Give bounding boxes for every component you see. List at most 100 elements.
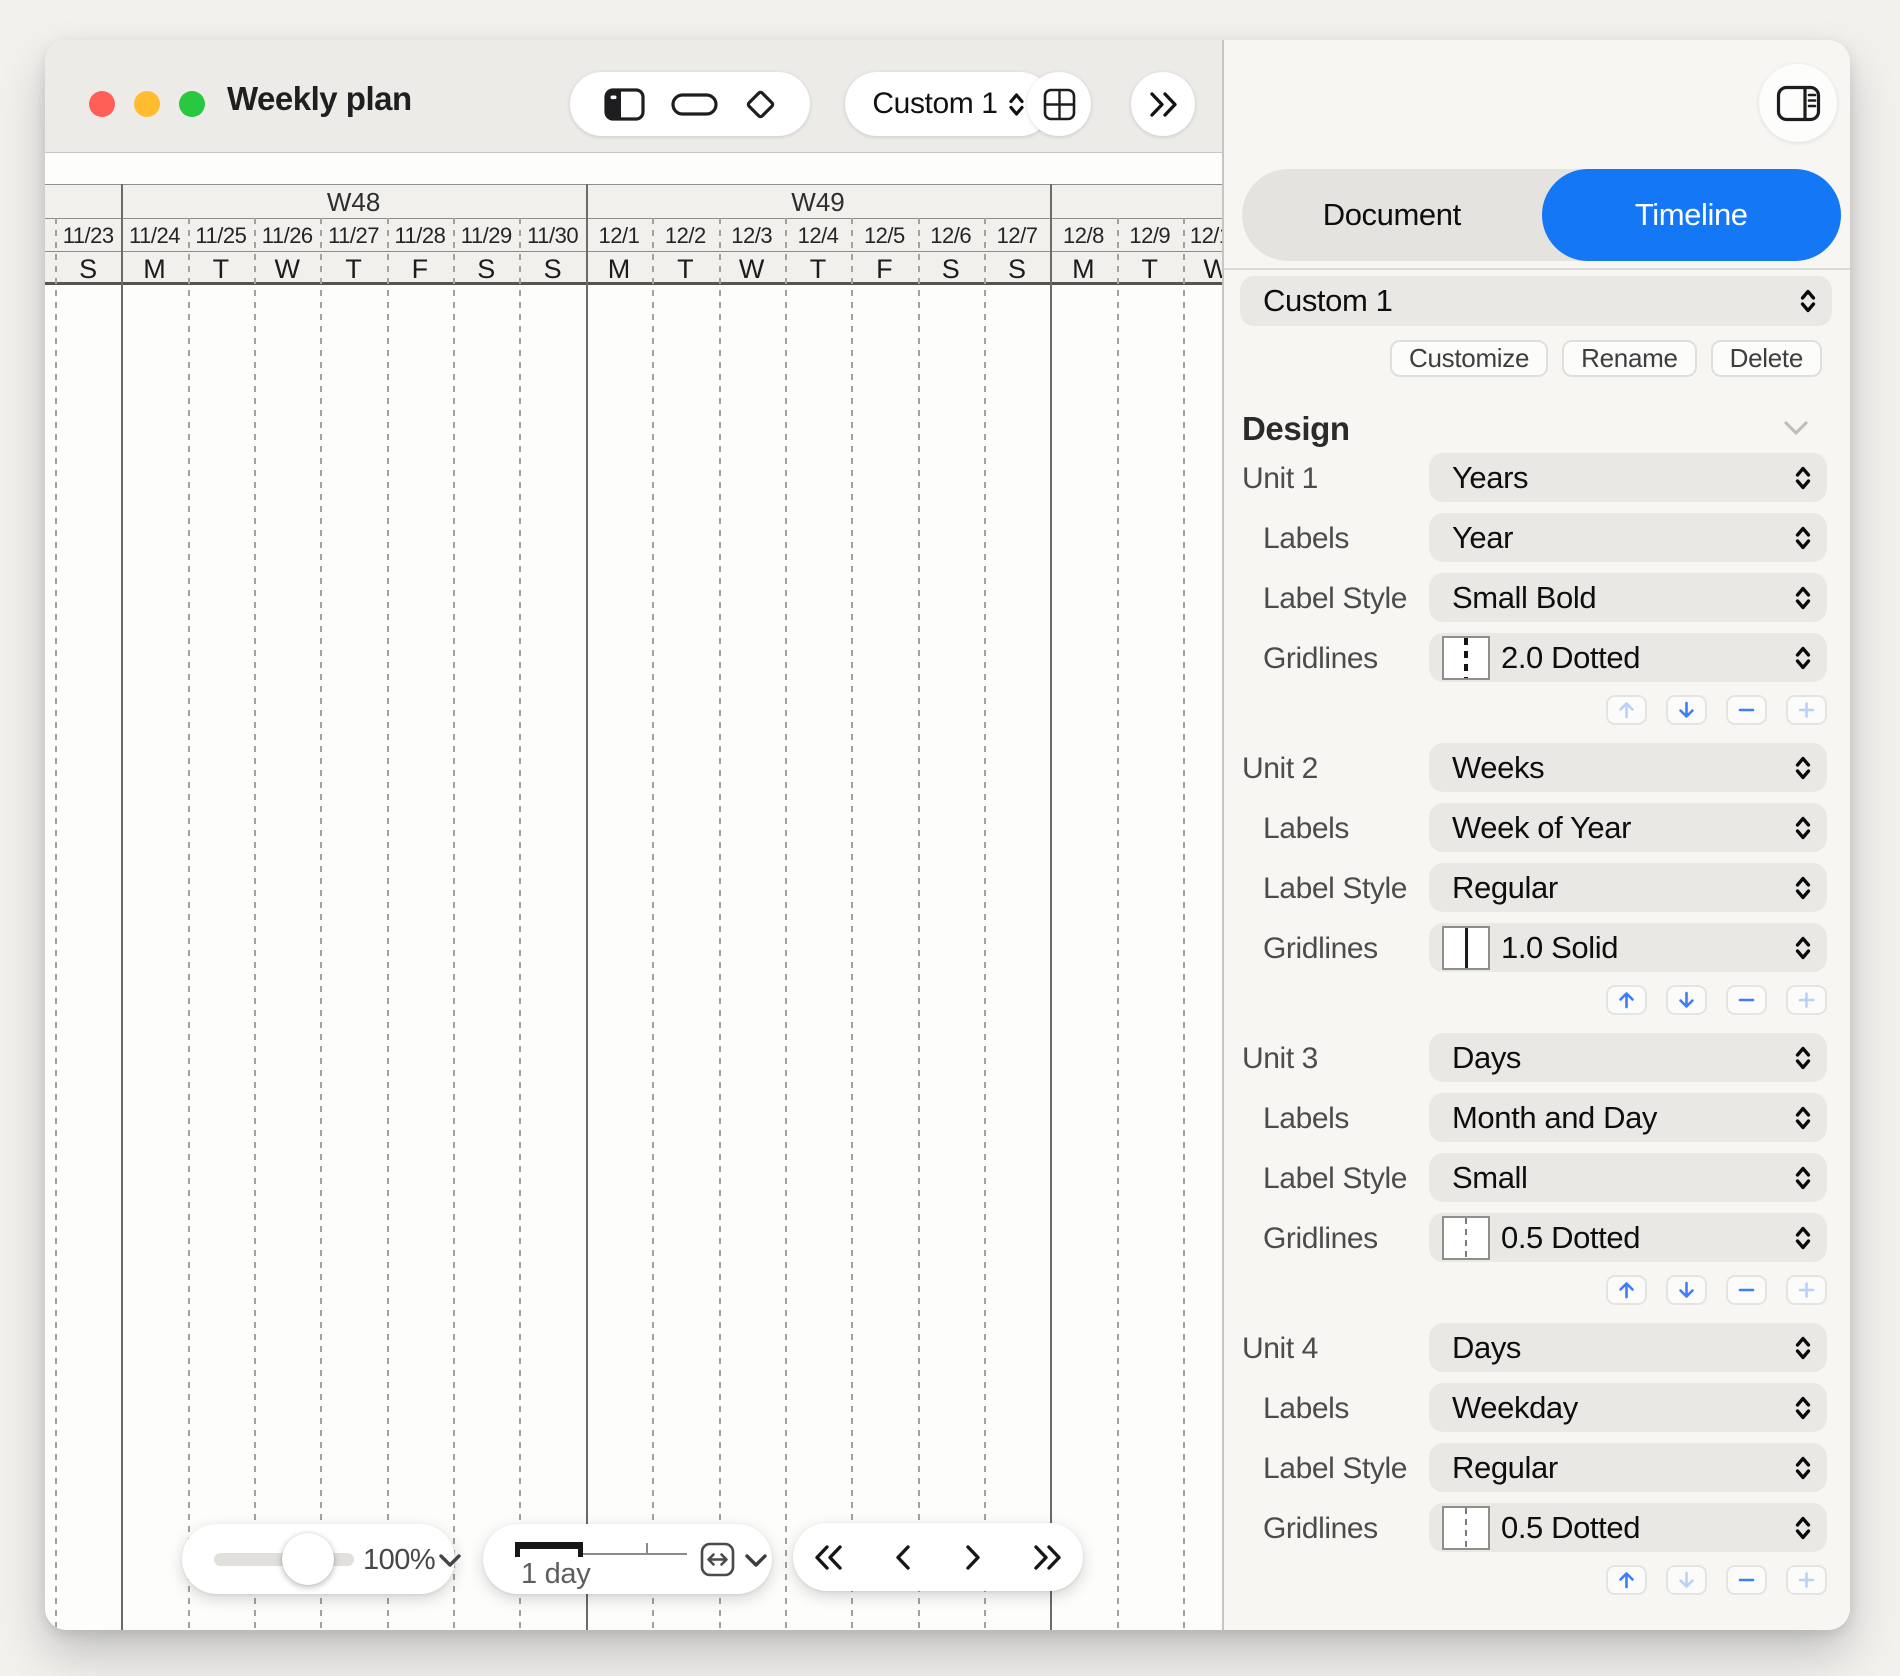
scale-control: 1 day (483, 1524, 772, 1594)
column-date: 12/9 (1117, 218, 1183, 251)
zoom-slider-thumb[interactable] (282, 1533, 334, 1585)
unit-labels-select[interactable]: Year (1429, 513, 1827, 562)
chevron-updown-icon (1794, 813, 1812, 843)
rewind-icon[interactable] (813, 1543, 844, 1572)
arrow-down-icon[interactable] (1666, 985, 1707, 1015)
grid-line[interactable] (453, 218, 455, 1630)
grid-line[interactable] (785, 218, 787, 1630)
chevron-updown-icon (1794, 1043, 1812, 1073)
zoom-icon[interactable] (179, 91, 205, 117)
chevron-down-icon[interactable] (744, 1553, 768, 1573)
arrow-down-icon[interactable] (1666, 1275, 1707, 1305)
unit-block: Unit 4DaysLabelsWeekdayLabel StyleRegula… (1242, 1323, 1829, 1595)
grid-line[interactable] (918, 218, 920, 1630)
rename-button[interactable]: Rename (1562, 340, 1696, 377)
traffic-lights (89, 91, 205, 117)
unit-gridlines-select[interactable]: 2.0 Dotted (1429, 633, 1827, 682)
minus-icon[interactable] (1726, 985, 1767, 1015)
minus-icon[interactable] (1726, 1275, 1767, 1305)
unit-row: Label StyleRegular (1242, 863, 1829, 912)
minus-icon[interactable] (1726, 1565, 1767, 1595)
unit-label-style-select[interactable]: Regular (1429, 863, 1827, 912)
column-day: T (1117, 251, 1183, 285)
grid-line[interactable] (254, 218, 256, 1630)
arrow-down-icon[interactable] (1666, 1565, 1707, 1595)
divider (1224, 268, 1850, 270)
chevron-down-icon[interactable] (438, 1553, 462, 1573)
unit-label-style-select[interactable]: Small (1429, 1153, 1827, 1202)
select-value: 1.0 Solid (1501, 930, 1618, 966)
row-label: Label Style (1263, 1153, 1407, 1202)
grid-line[interactable] (719, 218, 721, 1630)
unit-gridlines-select[interactable]: 0.5 Dotted (1429, 1213, 1827, 1262)
tab-timeline[interactable]: Timeline (1542, 169, 1842, 261)
row-label: Label Style (1263, 1443, 1407, 1492)
frame-plus-icon[interactable] (1027, 72, 1091, 136)
fit-width-icon[interactable] (699, 1541, 736, 1583)
select-value: Regular (1452, 1450, 1558, 1486)
diamond-icon[interactable] (744, 88, 777, 121)
grid-line[interactable] (188, 218, 190, 1630)
tab-document[interactable]: Document (1242, 169, 1542, 261)
zoom-slider[interactable] (214, 1553, 354, 1566)
plus-icon[interactable] (1786, 695, 1827, 725)
unit-labels-select[interactable]: Month and Day (1429, 1093, 1827, 1142)
grid-line[interactable] (586, 184, 588, 1630)
sidebar-left-icon[interactable] (604, 88, 645, 121)
back-icon[interactable] (893, 1543, 913, 1572)
grid-line[interactable] (984, 218, 986, 1630)
grid-line[interactable] (519, 218, 521, 1630)
plus-icon[interactable] (1786, 985, 1827, 1015)
grid-line[interactable] (320, 218, 322, 1630)
unit-type-select[interactable]: Years (1429, 453, 1827, 502)
scale-ruler[interactable]: 1 day (513, 1534, 691, 1588)
unit-type-select[interactable]: Days (1429, 1033, 1827, 1082)
grid-line[interactable] (55, 218, 57, 1630)
chevron-updown-icon (1799, 286, 1817, 316)
unit-label-style-select[interactable]: Regular (1429, 1443, 1827, 1492)
column-day: M (1050, 251, 1116, 285)
arrow-up-icon[interactable] (1606, 1275, 1647, 1305)
sidebar-right-icon[interactable] (1759, 64, 1837, 142)
grid-line[interactable] (387, 218, 389, 1630)
arrow-down-icon[interactable] (1666, 695, 1707, 725)
grid-line[interactable] (1117, 218, 1119, 1630)
unit-labels-select[interactable]: Weekday (1429, 1383, 1827, 1432)
arrow-up-icon[interactable] (1606, 985, 1647, 1015)
forward-icon[interactable] (963, 1543, 983, 1572)
select-value: Years (1452, 460, 1528, 496)
unit-type-select[interactable]: Days (1429, 1323, 1827, 1372)
unit-gridlines-select[interactable]: 0.5 Dotted (1429, 1503, 1827, 1552)
close-icon[interactable] (89, 91, 115, 117)
unit-labels-select[interactable]: Week of Year (1429, 803, 1827, 852)
minimize-icon[interactable] (134, 91, 160, 117)
arrow-up-icon[interactable] (1606, 695, 1647, 725)
unit-label-style-select[interactable]: Small Bold (1429, 573, 1827, 622)
double-chevron-right-icon[interactable] (1131, 72, 1195, 136)
arrow-up-icon[interactable] (1606, 1565, 1647, 1595)
grid-line[interactable] (1050, 184, 1052, 1630)
grid-line[interactable] (652, 218, 654, 1630)
preset-select[interactable]: Custom 1 (1240, 276, 1832, 326)
unit-row: Label Style Small (1242, 1153, 1829, 1202)
delete-button[interactable]: Delete (1711, 340, 1822, 377)
unit-actions (1242, 1275, 1829, 1305)
unit-row: Label Style Regular (1242, 1443, 1829, 1492)
select-value: Week of Year (1452, 810, 1631, 846)
minus-icon[interactable] (1726, 695, 1767, 725)
chevron-down-icon[interactable] (1783, 420, 1809, 441)
grid-line[interactable] (121, 184, 123, 1630)
plus-icon[interactable] (1786, 1275, 1827, 1305)
grid-line[interactable] (1183, 218, 1185, 1630)
column-date: 12/8 (1050, 218, 1116, 251)
chevron-updown-icon (1794, 1103, 1812, 1133)
chevron-updown-icon (1794, 933, 1812, 963)
unit-type-select[interactable]: Weeks (1429, 743, 1827, 792)
fast-forward-icon[interactable] (1032, 1543, 1063, 1572)
grid-line[interactable] (851, 218, 853, 1630)
unit-gridlines-select[interactable]: 1.0 Solid (1429, 923, 1827, 972)
customize-button[interactable]: Customize (1390, 340, 1548, 377)
capsule-icon[interactable] (671, 93, 718, 116)
toolbar-preset-dropdown[interactable]: Custom 1 (845, 72, 1052, 136)
plus-icon[interactable] (1786, 1565, 1827, 1595)
